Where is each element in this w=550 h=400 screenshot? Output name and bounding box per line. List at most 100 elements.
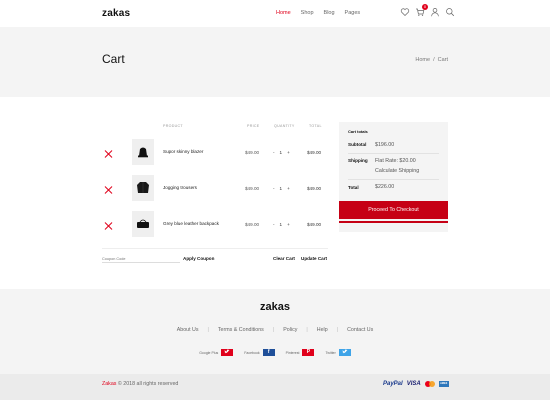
cart-totals-title: Cart totals	[348, 129, 368, 134]
nav-item-home[interactable]: Home	[276, 10, 291, 16]
nav-item-blog[interactable]: Blog	[324, 10, 335, 16]
product-thumbnail[interactable]	[132, 211, 154, 237]
qty-value[interactable]: 1	[280, 186, 283, 191]
table-row: Supor skinny blazer $49.00 - 1 + $49.00	[102, 138, 328, 174]
subtotal-value: $196.00	[375, 142, 395, 148]
copyright-brand-link[interactable]: Zakas	[102, 381, 116, 387]
checkout-accent-bar	[339, 221, 448, 223]
total-value: $226.00	[375, 184, 395, 190]
coupon-code-input[interactable]	[102, 256, 180, 263]
product-total: $49.00	[307, 150, 322, 155]
product-total: $49.00	[307, 186, 322, 191]
qty-increase-button[interactable]: +	[287, 150, 290, 155]
product-price: $49.00	[245, 186, 260, 191]
social-facebook[interactable]: Facebook f	[244, 349, 275, 356]
column-header-price: PRICE	[247, 124, 260, 128]
clear-cart-button[interactable]: Clear Cart	[273, 256, 295, 261]
page-title: Cart	[102, 52, 125, 66]
product-thumbnail[interactable]	[132, 175, 154, 201]
divider	[348, 153, 439, 154]
subtotal-label: Subtotal	[348, 142, 367, 147]
breadcrumb-separator: /	[433, 57, 435, 63]
product-name[interactable]: Jogging trousers	[163, 185, 197, 190]
cart-icon[interactable]: 0	[415, 4, 428, 17]
footer-link-contact[interactable]: Contact Us	[338, 327, 382, 333]
quantity-stepper[interactable]: - 1 +	[273, 222, 290, 227]
social-google-plus[interactable]: Google Plus	[199, 349, 234, 356]
heart-icon[interactable]	[400, 7, 410, 17]
breadcrumb: Home / Cart	[415, 57, 448, 63]
footer-link-policy[interactable]: Policy	[274, 327, 306, 333]
user-icon[interactable]	[430, 7, 440, 17]
mastercard-logo	[424, 381, 435, 387]
jacket-icon	[137, 182, 149, 193]
column-header-total: TOTAL	[309, 124, 322, 128]
cart-totals-panel: Cart totals Subtotal $196.00 Shipping Fl…	[339, 122, 448, 232]
column-header-product: PRODUCT	[163, 124, 183, 128]
pinterest-icon[interactable]: P	[302, 349, 315, 356]
site-logo[interactable]: zakas	[102, 8, 130, 19]
remove-item-icon[interactable]	[104, 150, 112, 158]
footer-link-about[interactable]: About Us	[168, 327, 208, 333]
remove-item-icon[interactable]	[104, 186, 112, 194]
copyright-bar: Zakas © 2018 all rights reserved PayPal …	[0, 374, 550, 400]
calculate-shipping-link[interactable]: Calculate Shipping	[375, 168, 419, 174]
header-icons: 0	[400, 4, 455, 17]
divider	[348, 179, 439, 180]
proceed-to-checkout-button[interactable]: Proceed To Checkout	[339, 201, 448, 219]
qty-increase-button[interactable]: +	[287, 222, 290, 227]
cart-actions: Apply Coupon Clear Cart Update Cart	[102, 248, 328, 264]
qty-decrease-button[interactable]: -	[273, 186, 275, 191]
nav-item-pages[interactable]: Pages	[345, 10, 361, 16]
qty-increase-button[interactable]: +	[287, 186, 290, 191]
remove-item-icon[interactable]	[104, 222, 112, 230]
nav-item-shop[interactable]: Shop	[301, 10, 314, 16]
quantity-stepper[interactable]: - 1 +	[273, 150, 290, 155]
social-label: Twitter	[325, 350, 336, 355]
bag-icon	[137, 219, 149, 228]
breadcrumb-home[interactable]: Home	[415, 57, 430, 63]
qty-value[interactable]: 1	[280, 150, 283, 155]
social-label: Facebook	[244, 350, 260, 355]
qty-decrease-button[interactable]: -	[273, 150, 275, 155]
site-header: zakas Home Shop Blog Pages 0	[0, 0, 550, 27]
social-links: Google Plus Facebook f Pinterest P Twitt…	[0, 349, 550, 356]
social-pinterest[interactable]: Pinterest P	[286, 349, 315, 356]
quantity-stepper[interactable]: - 1 +	[273, 186, 290, 191]
social-label: Google Plus	[199, 350, 219, 355]
footer-link-help[interactable]: Help	[308, 327, 337, 333]
column-header-quantity: QUANTITY	[274, 124, 295, 128]
social-label: Pinterest	[285, 350, 300, 355]
facebook-icon[interactable]: f	[262, 349, 275, 356]
footer-link-terms[interactable]: Terms & Conditions	[209, 327, 273, 333]
footer-logo[interactable]: zakas	[0, 301, 550, 313]
product-price: $49.00	[245, 222, 260, 227]
apply-coupon-button[interactable]: Apply Coupon	[183, 256, 214, 261]
copyright-text: Zakas © 2018 all rights reserved	[102, 381, 178, 387]
social-twitter[interactable]: Twitter	[325, 349, 351, 356]
breadcrumb-current: Cart	[437, 57, 448, 63]
product-thumbnail[interactable]	[132, 139, 154, 165]
shipping-label: Shipping	[348, 158, 368, 163]
twitter-icon[interactable]	[221, 349, 234, 356]
search-icon[interactable]	[445, 7, 455, 17]
table-header: PRODUCT PRICE QUANTITY TOTAL	[102, 122, 328, 132]
total-label: Total	[348, 185, 359, 190]
table-row: Grey blue leather backpack $49.00 - 1 + …	[102, 210, 328, 246]
page-banner: Cart Home / Cart	[0, 27, 550, 97]
twitter-icon[interactable]	[338, 349, 351, 356]
main-nav: Home Shop Blog Pages	[276, 10, 360, 16]
qty-decrease-button[interactable]: -	[273, 222, 275, 227]
paypal-logo: PayPal	[383, 381, 403, 387]
visa-logo: VISA	[406, 381, 421, 387]
product-total: $49.00	[307, 222, 322, 227]
product-price: $49.00	[245, 150, 260, 155]
footer-links: About Us | Terms & Conditions | Policy |…	[0, 327, 550, 333]
payment-methods: PayPal VISA AMEX	[383, 381, 449, 387]
update-cart-button[interactable]: Update Cart	[301, 256, 327, 261]
site-footer: zakas About Us | Terms & Conditions | Po…	[0, 289, 550, 374]
product-name[interactable]: Supor skinny blazer	[163, 149, 203, 154]
product-name[interactable]: Grey blue leather backpack	[163, 221, 219, 226]
shipping-rate: Flat Rate: $20.00	[375, 158, 416, 164]
qty-value[interactable]: 1	[280, 222, 283, 227]
